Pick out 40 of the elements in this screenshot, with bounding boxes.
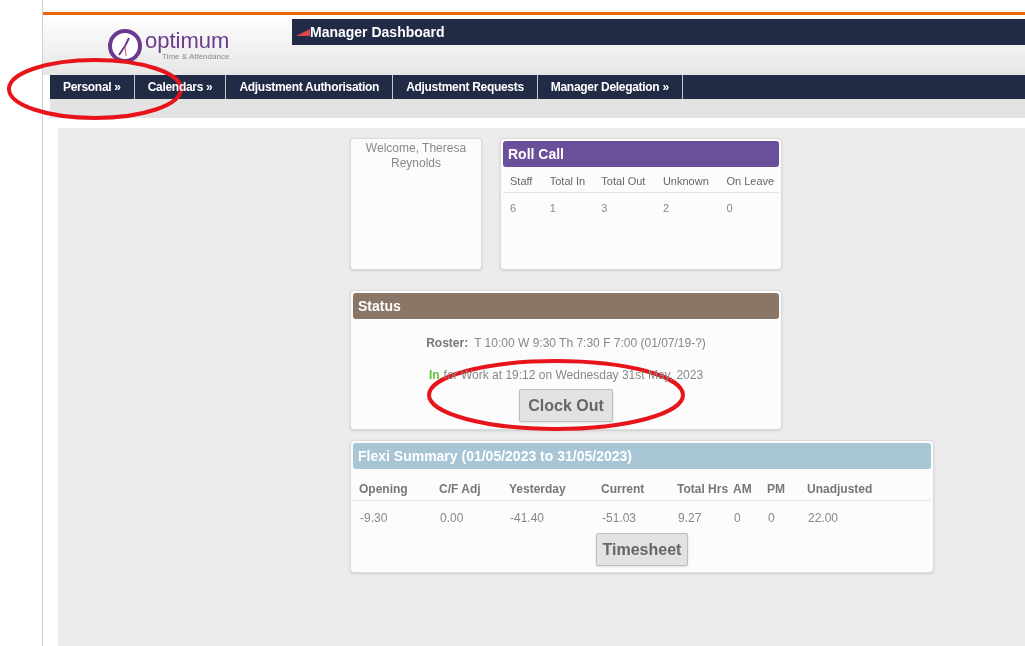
table-cell-text: 2 — [661, 200, 671, 216]
column-header: Yesterday — [509, 481, 567, 498]
table-cell-text: -51.03 — [602, 510, 638, 527]
table-cell-text: 1 — [548, 200, 557, 216]
column-header: Unknown — [661, 174, 710, 189]
table-cell-text: 0 — [734, 510, 742, 527]
column-header: PM — [767, 481, 786, 498]
column-header: C/F Adj — [439, 481, 482, 498]
table-cell-text: 6 — [509, 200, 518, 216]
table-cell-text: -9.30 — [360, 510, 389, 527]
column-header: On Leave — [725, 174, 776, 189]
column-header: Staff — [509, 174, 534, 189]
table-cell-text: 0 — [725, 200, 734, 216]
logo-tagline: Time & Attendance — [162, 51, 230, 61]
corner-triangle-icon — [296, 28, 310, 36]
table-cell-text: 3 — [600, 200, 609, 216]
card-title: Roll Call — [508, 144, 564, 164]
card-title: Flexi Summary (01/05/2023 to 31/05/2023) — [358, 446, 632, 466]
column-header: Current — [601, 481, 646, 498]
table-cell-text: 0.00 — [440, 510, 465, 527]
attendance-state: In — [428, 367, 440, 384]
table-cell-text: 0 — [768, 510, 776, 527]
column-header: Total In — [548, 174, 587, 189]
timesheet-button[interactable]: Timesheet — [595, 533, 689, 566]
card-title: Status — [358, 296, 401, 316]
column-header: Opening — [359, 481, 409, 498]
roster-label: Roster: — [426, 335, 469, 352]
column-header: AM — [733, 481, 753, 498]
logo-wordmark: optimum — [145, 29, 230, 52]
table-cell-text: -41.40 — [510, 510, 546, 527]
column-header: Total Hrs — [677, 481, 730, 498]
table-cell-text: 9.27 — [678, 510, 703, 527]
column-header: Unadjusted — [807, 481, 874, 498]
welcome-text: Welcome, Theresa Reynolds — [364, 141, 468, 171]
clock-out-button[interactable]: Clock Out — [519, 389, 613, 422]
roster-value: T 10:00 W 9:30 Th 7:30 F 7:00 (01/07/19-?) — [474, 335, 706, 352]
page-title: Manager Dashboard — [310, 22, 445, 42]
table-cell-text: 22.00 — [808, 510, 840, 527]
clock-logo-icon — [107, 28, 143, 64]
column-header: Total Out — [600, 174, 647, 189]
